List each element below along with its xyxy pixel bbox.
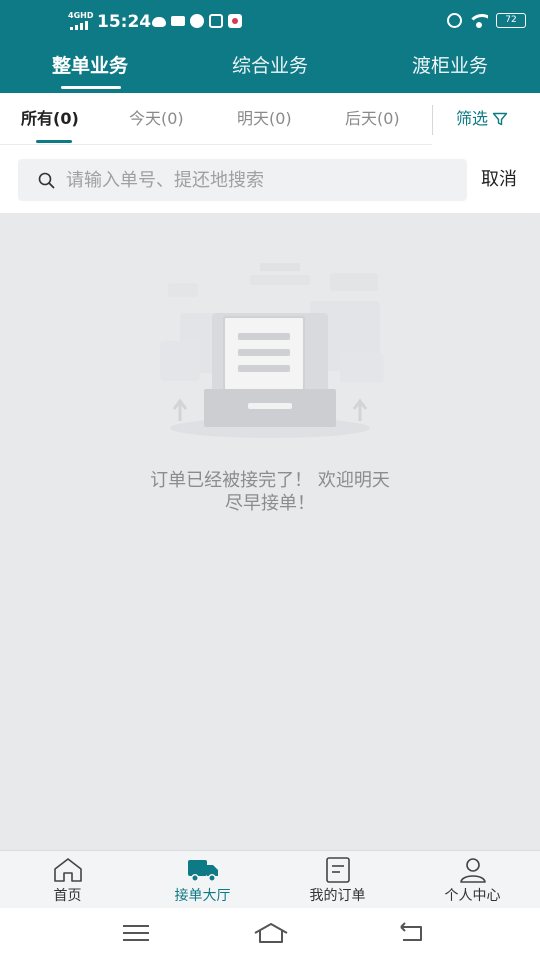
empty-message: 订单已经被接完了！ 欢迎明天 尽早接单！ — [70, 469, 470, 515]
empty-box-illustration — [160, 263, 384, 438]
search-row: 取消 — [0, 145, 540, 213]
top-tab-bar: 整单业务 综合业务 渡柜业务 — [0, 44, 540, 93]
signal-icon — [70, 21, 88, 30]
bottom-nav: 首页 接单大厅 我的订单 个人中心 — [0, 850, 540, 908]
tab-whole-order[interactable]: 整单业务 — [0, 44, 180, 93]
app-notification-icon — [228, 14, 242, 28]
mail-icon — [171, 16, 185, 26]
order-icon — [325, 857, 350, 883]
search-box[interactable] — [18, 159, 467, 201]
tab-comprehensive[interactable]: 综合业务 — [180, 44, 360, 93]
search-icon — [38, 172, 55, 189]
empty-message-line: 尽早接单！ — [225, 493, 315, 514]
network-type: 4GHD — [68, 11, 94, 20]
nav-order-hall[interactable]: 接单大厅 — [135, 851, 270, 908]
active-tab-indicator — [61, 86, 121, 89]
tab-label: 综合业务 — [231, 55, 308, 77]
nav-home[interactable]: 首页 — [0, 851, 135, 908]
back-icon[interactable] — [397, 922, 427, 944]
app-notification-icon — [190, 14, 204, 28]
wifi-icon — [470, 13, 488, 28]
empty-message-line: 订单已经被接完了！ 欢迎明天 — [150, 470, 390, 491]
nav-my-orders[interactable]: 我的订单 — [270, 851, 405, 908]
active-filter-indicator — [36, 140, 72, 143]
tab-container-transfer[interactable]: 渡柜业务 — [360, 44, 540, 93]
truck-icon — [187, 860, 218, 882]
tab-label: 整单业务 — [51, 55, 128, 77]
home-icon — [53, 858, 82, 882]
app-notification-icon — [209, 14, 223, 28]
cancel-button[interactable]: 取消 — [481, 159, 517, 201]
menu-icon[interactable] — [121, 922, 151, 944]
order-list-empty: 订单已经被接完了！ 欢迎明天 尽早接单！ — [0, 213, 540, 850]
nav-label: 接单大厅 — [174, 888, 231, 904]
search-input[interactable] — [66, 159, 456, 201]
filter-tab-today[interactable]: 今天(0) — [129, 93, 184, 145]
filter-tab-tomorrow[interactable]: 明天(0) — [237, 93, 292, 145]
system-nav-bar — [0, 908, 540, 960]
nav-label: 我的订单 — [309, 888, 366, 904]
status-time: 15:24 — [97, 12, 152, 32]
nav-label: 首页 — [53, 888, 82, 904]
filter-label: 筛选 — [456, 109, 489, 128]
person-icon — [459, 858, 486, 883]
funnel-icon — [492, 112, 508, 126]
status-bar: 4GHD 15:24 72 — [0, 0, 540, 44]
nav-profile[interactable]: 个人中心 — [405, 851, 540, 908]
cloud-icon — [152, 17, 166, 27]
battery-icon: 72 — [496, 13, 526, 28]
home-button-icon[interactable] — [253, 922, 289, 944]
filter-tab-all[interactable]: 所有(0) — [21, 93, 79, 145]
nav-label: 个人中心 — [444, 888, 501, 904]
filter-button[interactable]: 筛选 — [456, 93, 508, 145]
tab-label: 渡柜业务 — [411, 55, 488, 77]
divider — [432, 105, 433, 135]
date-filter-bar: 所有(0) 今天(0) 明天(0) 后天(0) 筛选 — [0, 93, 540, 145]
notification-icons — [152, 14, 242, 28]
alarm-icon — [447, 13, 462, 28]
filter-tab-day-after[interactable]: 后天(0) — [345, 93, 400, 145]
